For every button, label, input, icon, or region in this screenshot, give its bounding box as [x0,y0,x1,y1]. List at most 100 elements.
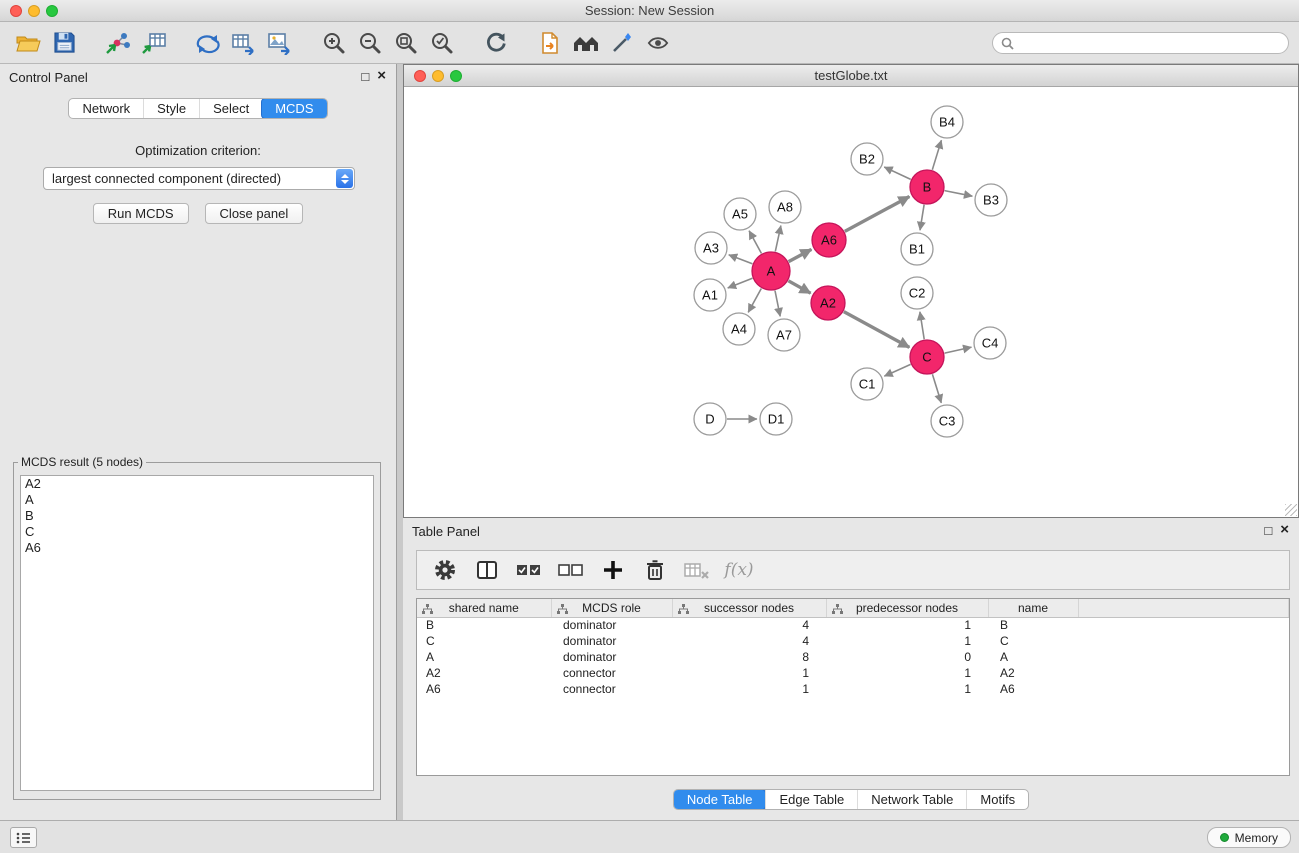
tab-style[interactable]: Style [143,99,199,118]
graph-node-D[interactable]: D [694,403,726,435]
dropdown-stepper-icon [336,169,353,188]
graph-edge-C-C4[interactable] [945,347,972,353]
save-session-button[interactable] [46,27,82,59]
function-builder-button[interactable]: f(x) [725,556,753,584]
tab-mcds[interactable]: MCDS [261,98,327,119]
import-table-button[interactable] [136,27,172,59]
table-header-row: shared name MCDS role successor nodes [417,599,1289,617]
graph-node-A8[interactable]: A8 [769,191,801,223]
mcds-result-list[interactable]: A2 A B C A6 [20,475,374,791]
graph-edge-A2-C[interactable] [844,312,910,348]
select-all-columns-button[interactable] [515,556,543,584]
style-wand-button[interactable] [604,27,640,59]
graph-node-A4[interactable]: A4 [723,313,755,345]
graph-node-B[interactable]: B [910,170,944,204]
zoom-selected-button[interactable] [424,27,460,59]
graph-edge-A-A7[interactable] [775,291,780,317]
create-column-button[interactable] [599,556,627,584]
column-header-successor-nodes[interactable]: successor nodes [672,599,826,617]
network-window-titlebar[interactable]: testGlobe.txt [404,65,1298,87]
graph-edge-C-C3[interactable] [932,374,941,403]
zoom-fit-button[interactable] [388,27,424,59]
network-graph[interactable]: B4 B2 B B3 A5 A8 A6 B1 A3 A C2 A1 A2 A4 A7 C4 C C1 C3 D D1 [404,87,1298,517]
graph-node-C2[interactable]: C2 [901,277,933,309]
new-network-button[interactable] [190,27,226,59]
window-resize-handle[interactable] [1285,504,1297,516]
graph-edge-A-A6[interactable] [789,249,812,261]
graph-node-C3[interactable]: C3 [931,405,963,437]
unselect-all-columns-button[interactable] [557,556,585,584]
graph-edge-A-A2[interactable] [788,281,810,293]
graph-node-A1[interactable]: A1 [694,279,726,311]
graph-edge-C-C2[interactable] [920,312,924,339]
graph-node-B2[interactable]: B2 [851,143,883,175]
graph-node-B3[interactable]: B3 [975,184,1007,216]
tab-node-table[interactable]: Node Table [673,789,767,810]
tab-network[interactable]: Network [69,99,143,118]
graph-edge-B-B1[interactable] [920,205,924,230]
graph-node-A6[interactable]: A6 [812,223,846,257]
graph-node-B4[interactable]: B4 [931,106,963,138]
show-hide-graphics-button[interactable] [640,27,676,59]
graph-edge-B-B3[interactable] [945,191,973,197]
search-input[interactable] [1019,36,1280,50]
graph-edge-A6-B[interactable] [845,197,910,232]
float-table-panel-icon[interactable]: □ [1264,523,1272,538]
column-header-shared-name[interactable]: shared name [417,599,551,617]
table-row[interactable]: A dominator 8 0 A [417,649,1289,665]
graph-edge-C-C1[interactable] [884,364,910,376]
graph-edge-B-B2[interactable] [884,167,911,179]
graph-node-C4[interactable]: C4 [974,327,1006,359]
memory-button[interactable]: Memory [1207,827,1291,848]
criterion-dropdown[interactable]: largest connected component (directed) [43,167,355,190]
column-header-name[interactable]: name [988,599,1078,617]
zoom-out-icon [358,31,382,55]
delete-column-button[interactable] [641,556,669,584]
column-header-predecessor-nodes[interactable]: predecessor nodes [826,599,988,617]
graph-edge-A-A4[interactable] [748,289,761,313]
tab-motifs[interactable]: Motifs [966,790,1028,809]
graph-edge-A-A5[interactable] [749,231,761,254]
delete-table-button[interactable] [683,556,711,584]
tab-edge-table[interactable]: Edge Table [765,790,857,809]
export-table-button[interactable] [226,27,262,59]
show-columns-button[interactable] [473,556,501,584]
column-header-mcds-role[interactable]: MCDS role [551,599,672,617]
run-mcds-button[interactable]: Run MCDS [93,203,189,224]
graph-node-A5[interactable]: A5 [724,198,756,230]
graph-node-C1[interactable]: C1 [851,368,883,400]
import-network-button[interactable] [100,27,136,59]
tab-network-table[interactable]: Network Table [857,790,966,809]
zoom-in-button[interactable] [316,27,352,59]
graph-node-C[interactable]: C [910,340,944,374]
graph-node-B1[interactable]: B1 [901,233,933,265]
open-session-button[interactable] [10,27,46,59]
export-image-button[interactable] [262,27,298,59]
table-row[interactable]: C dominator 4 1 C [417,633,1289,649]
task-history-button[interactable] [10,827,37,848]
table-row[interactable]: B dominator 4 1 B [417,617,1289,633]
graph-edge-A-A8[interactable] [775,226,781,252]
close-table-panel-icon[interactable]: × [1280,523,1289,538]
table-settings-button[interactable] [431,556,459,584]
network-document-button[interactable] [532,27,568,59]
zoom-out-button[interactable] [352,27,388,59]
home-networks-button[interactable] [568,27,604,59]
graph-node-A2[interactable]: A2 [811,286,845,320]
graph-edge-A-A3[interactable] [729,255,753,264]
close-panel-icon[interactable]: × [377,69,386,84]
refresh-layout-button[interactable] [478,27,514,59]
graph-node-A[interactable]: A [752,252,790,290]
graph-edge-A-A1[interactable] [728,278,753,288]
graph-edge-B-B4[interactable] [932,140,941,170]
float-panel-icon[interactable]: □ [361,69,369,84]
graph-node-A3[interactable]: A3 [695,232,727,264]
table-row[interactable]: A6 connector 1 1 A6 [417,681,1289,697]
network-canvas[interactable]: B4 B2 B B3 A5 A8 A6 B1 A3 A C2 A1 A2 A4 A7 C4 C C1 C3 D D1 [404,87,1298,517]
graph-node-A7[interactable]: A7 [768,319,800,351]
table-row[interactable]: A2 connector 1 1 A2 [417,665,1289,681]
close-panel-button[interactable]: Close panel [205,203,304,224]
graph-node-D1[interactable]: D1 [760,403,792,435]
search-field[interactable] [992,32,1289,54]
tab-select[interactable]: Select [199,99,262,118]
